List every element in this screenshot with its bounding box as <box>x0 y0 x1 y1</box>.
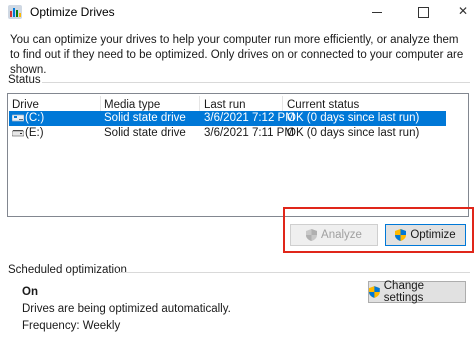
title-bar: Optimize Drives ✕ <box>0 0 474 24</box>
drive-last-run: 3/6/2021 7:12 PM <box>204 112 295 124</box>
close-icon: ✕ <box>458 4 469 18</box>
drive-media-type: Solid state drive <box>104 112 186 124</box>
maximize-icon <box>418 7 429 18</box>
uac-shield-icon <box>369 286 380 298</box>
schedule-frequency: Frequency: Weekly <box>22 320 121 332</box>
status-section-label: Status <box>8 74 41 86</box>
status-divider <box>42 82 470 83</box>
optimize-drives-icon <box>8 5 22 19</box>
drive-current-status: OK (0 days since last run) <box>287 112 420 124</box>
close-button[interactable]: ✕ <box>446 0 474 24</box>
scheduled-section-label: Scheduled optimization <box>8 264 127 276</box>
drive-last-run: 3/6/2021 7:11 PM <box>204 127 294 139</box>
column-header-current-status[interactable]: Current status <box>287 99 359 111</box>
drive-list[interactable]: Drive Media type Last run Current status… <box>7 93 469 217</box>
drive-name: (E:) <box>25 127 44 139</box>
drive-current-status: OK (0 days since last run) <box>287 127 420 139</box>
drive-name: (C:) <box>25 112 45 124</box>
drive-row-c[interactable]: (C:) Solid state drive 3/6/2021 7:12 PM … <box>9 111 446 126</box>
scheduled-divider <box>118 272 470 273</box>
drive-row-e[interactable]: (E:) Solid state drive 3/6/2021 7:11 PM … <box>9 126 446 141</box>
column-separator[interactable] <box>199 96 200 112</box>
column-header-media-type[interactable]: Media type <box>104 99 160 111</box>
change-settings-label: Change settings <box>383 280 425 304</box>
schedule-description: Drives are being optimized automatically… <box>22 303 231 315</box>
change-settings-button[interactable]: Change settings <box>368 280 466 304</box>
drive-media-type: Solid state drive <box>104 127 186 139</box>
minimize-button[interactable] <box>354 0 400 24</box>
intro-text: You can optimize your drives to help you… <box>10 34 464 76</box>
highlight-annotation <box>283 207 474 253</box>
drive-icon <box>12 114 24 122</box>
column-header-last-run[interactable]: Last run <box>204 99 246 111</box>
maximize-button[interactable] <box>400 0 446 24</box>
column-separator[interactable] <box>282 96 283 112</box>
drive-icon <box>12 130 24 137</box>
window-title: Optimize Drives <box>30 5 115 19</box>
schedule-state: On <box>22 286 38 298</box>
column-separator[interactable] <box>100 96 101 112</box>
column-header-drive[interactable]: Drive <box>12 99 39 111</box>
minimize-icon <box>372 12 382 13</box>
